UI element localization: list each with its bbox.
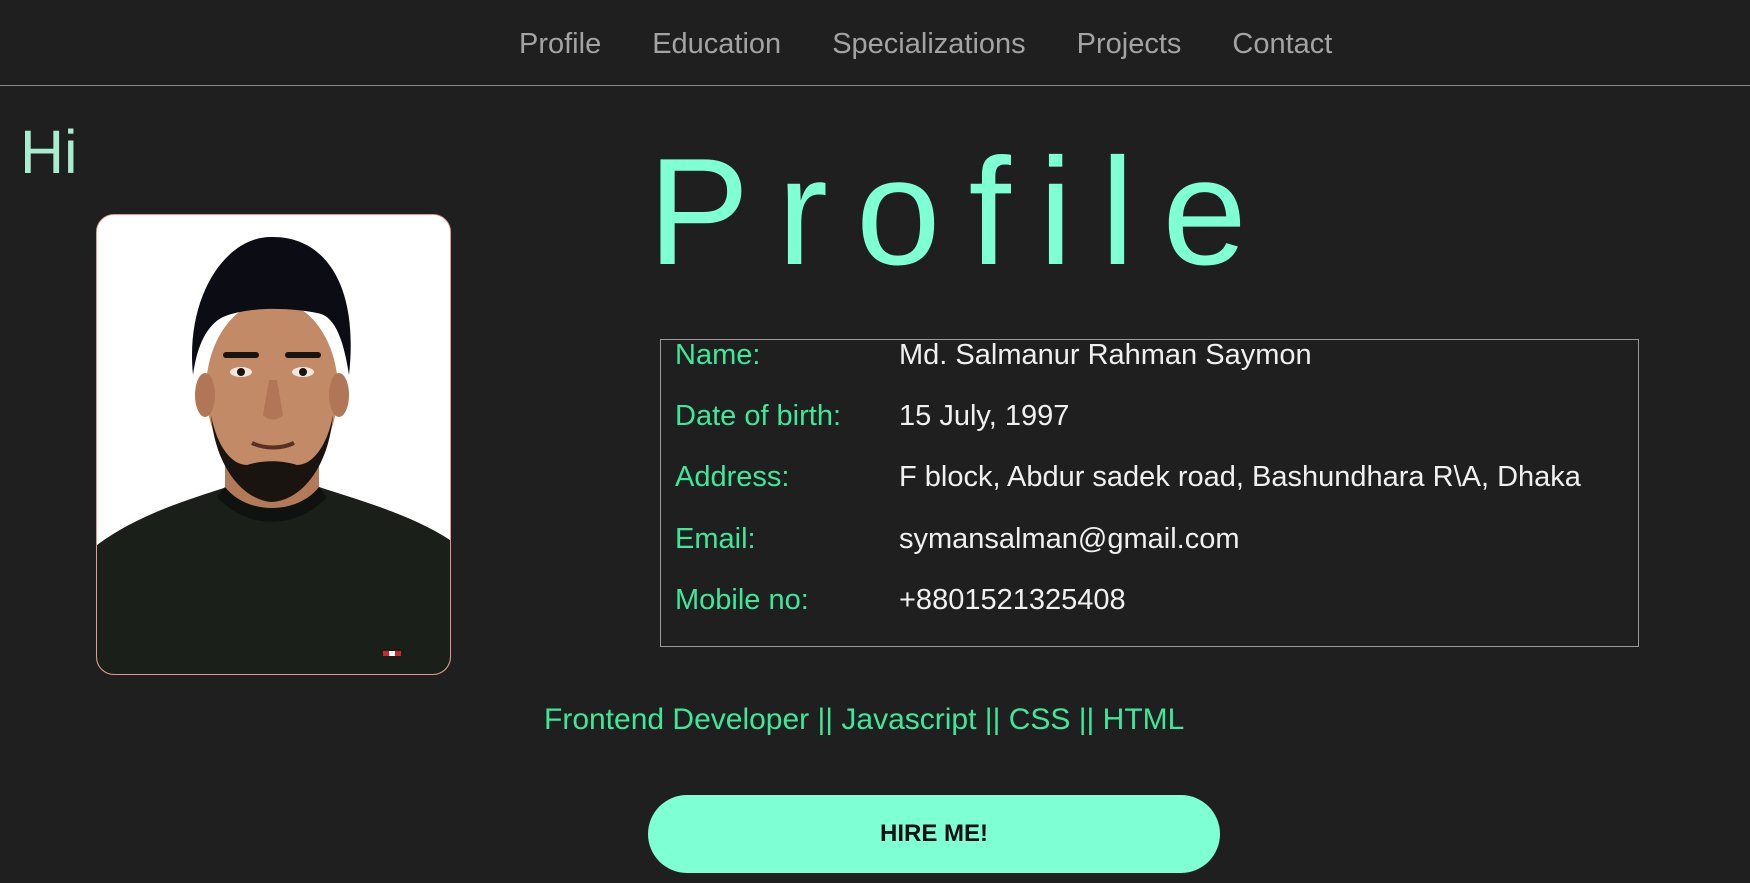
mobile-label: Mobile no: — [675, 584, 809, 616]
address-value: F block, Abdur sadek road, Bashundhara R… — [899, 461, 1581, 493]
email-value: symansalman@gmail.com — [899, 523, 1240, 555]
nav-item-profile: Profile — [519, 30, 601, 59]
name-value: Md. Salmanur Rahman Saymon — [899, 339, 1312, 371]
nav-link-projects[interactable]: Projects — [1077, 28, 1182, 60]
name-label: Name: — [675, 339, 761, 371]
nav-item-specializations: Specializations — [832, 30, 1025, 59]
nav-link-profile[interactable]: Profile — [519, 28, 601, 60]
profile-photo — [96, 214, 451, 675]
email-label: Email: — [675, 523, 756, 555]
nav-link-specializations[interactable]: Specializations — [832, 28, 1025, 60]
profile-photo-illustration — [97, 215, 450, 674]
mobile-value: +8801521325408 — [899, 584, 1126, 616]
date-of-birth-label: Date of birth: — [675, 400, 842, 432]
nav-item-contact: Contact — [1232, 30, 1332, 59]
profile-info-table: Name: Md. Salmanur Rahman Saymon Date of… — [660, 339, 1639, 647]
date-of-birth-value: 15 July, 1997 — [899, 400, 1070, 432]
skills-tagline: Frontend Developer || Javascript || CSS … — [544, 703, 1185, 736]
nav-item-education: Education — [652, 30, 781, 59]
top-navigation: Profile Education Specializations Projec… — [0, 0, 1750, 86]
portfolio-page: Profile Education Specializations Projec… — [0, 0, 1750, 883]
nav-link-contact[interactable]: Contact — [1232, 28, 1332, 60]
address-label: Address: — [675, 461, 790, 493]
greeting-text: Hi — [20, 118, 78, 186]
hire-me-button[interactable]: HIRE ME! — [648, 795, 1220, 873]
nav-item-projects: Projects — [1077, 30, 1182, 59]
nav-link-education[interactable]: Education — [652, 28, 781, 60]
profile-heading: Profile — [648, 127, 1275, 297]
nav-list: Profile Education Specializations Projec… — [519, 30, 1332, 59]
